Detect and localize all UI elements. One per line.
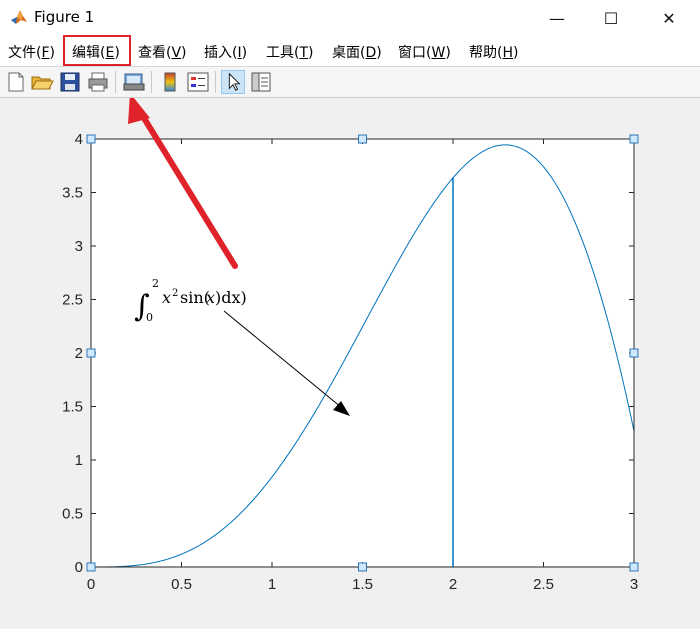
insert-legend-icon[interactable] xyxy=(186,70,210,94)
minimize-icon: — xyxy=(549,8,565,28)
integral-lower-limit: 0 xyxy=(146,311,153,324)
selection-handle[interactable] xyxy=(358,562,367,572)
integral-upper-limit: 2 xyxy=(152,277,159,290)
selection-handle[interactable] xyxy=(86,348,96,358)
maximize-button[interactable]: ☐ xyxy=(588,0,634,36)
integrand-tail: )dx) xyxy=(215,288,247,307)
insert-colorbar-icon[interactable] xyxy=(158,70,182,94)
close-icon: ✕ xyxy=(662,8,676,28)
integrand-x-arg: x xyxy=(206,288,215,307)
x-tick-label: 1 xyxy=(268,576,276,593)
toolbar-separator xyxy=(151,71,152,93)
menu-insert[interactable]: 插入(I) xyxy=(204,42,247,62)
integrand-exponent: 2 xyxy=(172,288,178,299)
x-tick-label: 0.5 xyxy=(171,576,192,593)
menu-help[interactable]: 帮助(H) xyxy=(469,42,518,62)
open-file-icon[interactable] xyxy=(30,70,54,94)
plot-svg[interactable]: 0 0.5 1 1.5 2 2.5 300.511.522.533.54 ∫ 2 0 x 2… xyxy=(0,93,700,625)
selection-handle[interactable] xyxy=(629,134,639,144)
selection-handle[interactable] xyxy=(629,562,639,572)
new-figure-icon[interactable] xyxy=(4,70,28,94)
property-inspector-icon[interactable] xyxy=(249,70,273,94)
matlab-logo-icon xyxy=(10,8,28,26)
y-tick-label: 3 xyxy=(75,238,83,255)
integrand-x: x xyxy=(162,288,171,307)
axes-background[interactable] xyxy=(91,139,634,567)
window-title: Figure 1 xyxy=(34,8,95,26)
x-tick-label: 0 xyxy=(87,576,95,593)
y-tick-label: 1.5 xyxy=(62,399,83,416)
selection-handle[interactable] xyxy=(86,562,96,572)
y-tick-label: 0.5 xyxy=(62,506,83,523)
y-tick-label: 2.5 xyxy=(62,292,83,309)
figure-canvas[interactable]: 0 0.5 1 1.5 2 2.5 3 0 0.5 1 1.5 2 2.5 3 3.5 4 ∫ 2 0 x 2… xyxy=(0,93,700,625)
maximize-icon: ☐ xyxy=(603,8,619,28)
title-bar: Figure 1 — ☐ ✕ xyxy=(0,0,700,36)
y-tick-label: 4 xyxy=(75,131,83,148)
toolbar-separator xyxy=(115,71,116,93)
menu-window[interactable]: 窗口(W) xyxy=(398,42,451,62)
y-tick-label: 1 xyxy=(75,452,83,469)
toolbar xyxy=(0,67,700,98)
save-icon[interactable] xyxy=(58,70,82,94)
selection-handle[interactable] xyxy=(358,134,367,144)
menu-desktop[interactable]: 桌面(D) xyxy=(332,42,382,62)
menu-tools[interactable]: 工具(T) xyxy=(266,42,314,62)
print-preview-icon[interactable] xyxy=(122,70,146,94)
minimize-button[interactable]: — xyxy=(534,0,580,36)
selection-handle[interactable] xyxy=(86,134,96,144)
y-tick-label: 2 xyxy=(75,345,83,362)
close-button[interactable]: ✕ xyxy=(646,0,692,36)
x-tick-label: 1.5 xyxy=(352,576,373,593)
edit-plot-pointer-icon[interactable] xyxy=(221,70,245,94)
y-tick-label: 0 xyxy=(75,559,83,576)
selection-handle[interactable] xyxy=(629,348,639,358)
x-tick-label: 2.5 xyxy=(533,576,554,593)
y-tick-label: 3.5 xyxy=(62,185,83,202)
highlight-box xyxy=(63,35,131,66)
x-tick-label: 2 xyxy=(449,576,457,593)
toolbar-separator xyxy=(215,71,216,93)
x-tick-label: 3 xyxy=(630,576,638,593)
menu-view[interactable]: 查看(V) xyxy=(138,42,187,62)
print-icon[interactable] xyxy=(86,70,110,94)
menu-file[interactable]: 文件(F) xyxy=(8,42,55,62)
